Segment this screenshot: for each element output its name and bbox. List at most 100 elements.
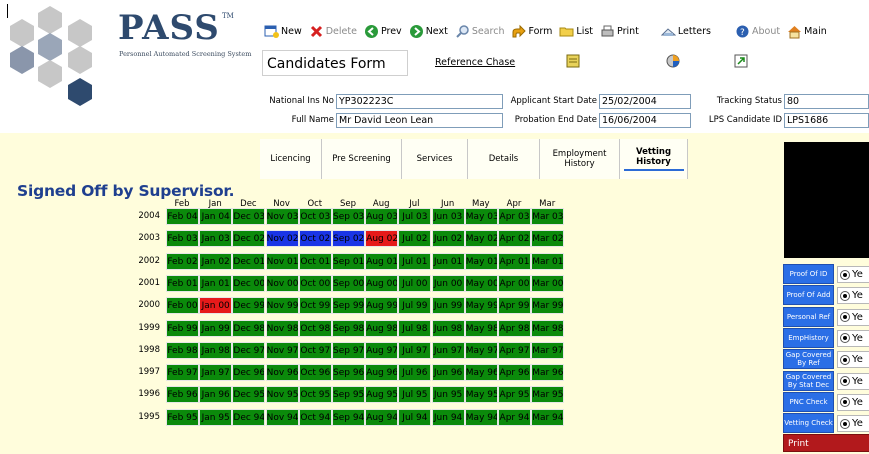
vetting-month-cell[interactable]: Aug 97 bbox=[365, 341, 399, 359]
vetting-month-cell[interactable]: Jul 02 bbox=[398, 230, 432, 248]
vetting-month-cell[interactable]: Jun 95 bbox=[431, 386, 465, 404]
toolbar-delete-button[interactable]: Delete bbox=[309, 24, 357, 39]
check-gap-covered-by-ref-button[interactable]: Gap Covered By Ref bbox=[783, 349, 834, 370]
check-option[interactable]: Ye bbox=[837, 287, 869, 305]
vetting-month-cell[interactable]: Jul 94 bbox=[398, 408, 432, 426]
chart-icon[interactable] bbox=[665, 53, 681, 69]
vetting-month-cell[interactable]: Oct 97 bbox=[298, 341, 332, 359]
vetting-month-cell[interactable]: Sep 94 bbox=[332, 408, 365, 426]
vetting-month-cell[interactable]: Mar 01 bbox=[531, 252, 565, 270]
vetting-month-cell[interactable]: Jan 00 bbox=[199, 297, 233, 315]
vetting-month-cell[interactable]: Mar 97 bbox=[531, 341, 565, 359]
vetting-month-cell[interactable]: Jun 94 bbox=[431, 408, 465, 426]
vetting-month-cell[interactable]: Jan 04 bbox=[199, 208, 233, 225]
vetting-month-cell[interactable]: Sep 03 bbox=[332, 208, 365, 225]
toolbar-next-button[interactable]: Next bbox=[409, 24, 448, 39]
vetting-month-cell[interactable]: Jan 01 bbox=[199, 274, 233, 292]
tab-details[interactable]: Details bbox=[468, 139, 540, 179]
check-option[interactable]: Ye bbox=[837, 308, 869, 326]
vetting-month-cell[interactable]: Jun 99 bbox=[431, 297, 465, 315]
vetting-month-cell[interactable]: Apr 00 bbox=[498, 274, 531, 292]
vetting-month-cell[interactable]: Feb 02 bbox=[166, 252, 199, 270]
lps-candidate-id-field[interactable]: LPS1686 bbox=[784, 113, 869, 128]
vetting-month-cell[interactable]: Feb 99 bbox=[166, 319, 199, 337]
vetting-month-cell[interactable]: Oct 96 bbox=[298, 364, 332, 382]
toolbar-about-button[interactable]: ? About bbox=[735, 24, 780, 39]
toolbar-prev-button[interactable]: Prev bbox=[364, 24, 402, 39]
toolbar-form-button[interactable]: Form bbox=[511, 24, 552, 39]
tab-services[interactable]: Services bbox=[402, 139, 468, 179]
radio-selected-icon[interactable] bbox=[840, 269, 850, 280]
vetting-month-cell[interactable]: Feb 96 bbox=[166, 386, 199, 404]
vetting-month-cell[interactable]: Feb 95 bbox=[166, 408, 199, 426]
vetting-month-cell[interactable]: May 96 bbox=[464, 364, 498, 382]
vetting-month-cell[interactable]: Nov 95 bbox=[265, 386, 299, 404]
vetting-month-cell[interactable]: Apr 01 bbox=[498, 252, 531, 270]
notepad-icon[interactable] bbox=[565, 53, 581, 69]
vetting-month-cell[interactable]: Dec 98 bbox=[232, 319, 266, 337]
vetting-month-cell[interactable]: Feb 03 bbox=[166, 230, 199, 248]
vetting-month-cell[interactable]: Sep 95 bbox=[332, 386, 365, 404]
vetting-month-cell[interactable]: Mar 98 bbox=[531, 319, 565, 337]
check-option[interactable]: Ye bbox=[837, 372, 869, 390]
vetting-month-cell[interactable]: Dec 94 bbox=[232, 408, 266, 426]
check-option[interactable]: Ye bbox=[837, 329, 869, 347]
vetting-month-cell[interactable]: Aug 02 bbox=[365, 230, 399, 248]
check-option[interactable]: Ye bbox=[837, 415, 869, 433]
tab-vetting-history[interactable]: Vetting History bbox=[620, 139, 688, 179]
vetting-month-cell[interactable]: Apr 96 bbox=[498, 364, 531, 382]
check-personal-ref-button[interactable]: Personal Ref bbox=[783, 306, 834, 327]
vetting-month-cell[interactable]: Dec 99 bbox=[232, 297, 266, 315]
vetting-month-cell[interactable]: Sep 96 bbox=[332, 364, 365, 382]
toolbar-search-button[interactable]: Search bbox=[455, 24, 504, 39]
check-option[interactable]: Ye bbox=[837, 351, 869, 369]
vetting-month-cell[interactable]: Apr 98 bbox=[498, 319, 531, 337]
vetting-month-cell[interactable]: Apr 95 bbox=[498, 386, 531, 404]
tab-pre-screening[interactable]: Pre Screening bbox=[322, 139, 402, 179]
vetting-month-cell[interactable]: Nov 97 bbox=[265, 341, 299, 359]
tab-employment-history[interactable]: Employment History bbox=[540, 139, 620, 179]
toolbar-print-button[interactable]: Print bbox=[600, 24, 639, 39]
vetting-month-cell[interactable]: Jul 99 bbox=[398, 297, 432, 315]
vetting-month-cell[interactable]: Mar 99 bbox=[531, 297, 565, 315]
vetting-month-cell[interactable]: Sep 98 bbox=[332, 319, 365, 337]
vetting-month-cell[interactable]: May 00 bbox=[464, 274, 498, 292]
vetting-month-cell[interactable]: Mar 03 bbox=[531, 208, 565, 225]
vetting-month-cell[interactable]: Jun 01 bbox=[431, 252, 465, 270]
vetting-month-cell[interactable]: Jul 01 bbox=[398, 252, 432, 270]
vetting-month-cell[interactable]: Mar 00 bbox=[531, 274, 565, 292]
radio-selected-icon[interactable] bbox=[840, 354, 850, 365]
vetting-month-cell[interactable]: Jul 97 bbox=[398, 341, 432, 359]
vetting-month-cell[interactable]: Jul 03 bbox=[398, 208, 432, 225]
vetting-month-cell[interactable]: Jan 95 bbox=[199, 408, 233, 426]
vetting-month-cell[interactable]: Oct 01 bbox=[298, 252, 332, 270]
vetting-month-cell[interactable]: May 97 bbox=[464, 341, 498, 359]
probation-date-field[interactable]: 16/06/2004 bbox=[599, 113, 691, 128]
toolbar-new-button[interactable]: New bbox=[264, 24, 302, 39]
vetting-month-cell[interactable]: Oct 99 bbox=[298, 297, 332, 315]
vetting-month-cell[interactable]: Jun 96 bbox=[431, 364, 465, 382]
vetting-month-cell[interactable]: Aug 94 bbox=[365, 408, 399, 426]
vetting-month-cell[interactable]: Sep 01 bbox=[332, 252, 365, 270]
vetting-month-cell[interactable]: Nov 00 bbox=[265, 274, 299, 292]
vetting-month-cell[interactable]: Apr 97 bbox=[498, 341, 531, 359]
vetting-month-cell[interactable]: Jun 03 bbox=[431, 208, 465, 225]
vetting-month-cell[interactable]: May 03 bbox=[464, 208, 498, 225]
vetting-month-cell[interactable]: Jan 96 bbox=[199, 386, 233, 404]
check-proof-of-add-button[interactable]: Proof Of Add bbox=[783, 285, 834, 306]
vetting-month-cell[interactable]: Jan 97 bbox=[199, 364, 233, 382]
vetting-month-cell[interactable]: Jan 03 bbox=[199, 230, 233, 248]
vetting-month-cell[interactable]: Aug 00 bbox=[365, 274, 399, 292]
vetting-month-cell[interactable]: Jun 02 bbox=[431, 230, 465, 248]
vetting-month-cell[interactable]: Jun 98 bbox=[431, 319, 465, 337]
vetting-month-cell[interactable]: Apr 02 bbox=[498, 230, 531, 248]
vetting-month-cell[interactable]: May 98 bbox=[464, 319, 498, 337]
vetting-month-cell[interactable]: Jan 99 bbox=[199, 319, 233, 337]
vetting-month-cell[interactable]: Feb 00 bbox=[166, 297, 199, 315]
vetting-month-cell[interactable]: Mar 94 bbox=[531, 408, 565, 426]
vetting-month-cell[interactable]: Nov 94 bbox=[265, 408, 299, 426]
vetting-month-cell[interactable]: Oct 03 bbox=[298, 208, 332, 225]
export-icon[interactable] bbox=[733, 53, 749, 69]
vetting-month-cell[interactable]: Apr 94 bbox=[498, 408, 531, 426]
vetting-month-cell[interactable]: Jul 96 bbox=[398, 364, 432, 382]
